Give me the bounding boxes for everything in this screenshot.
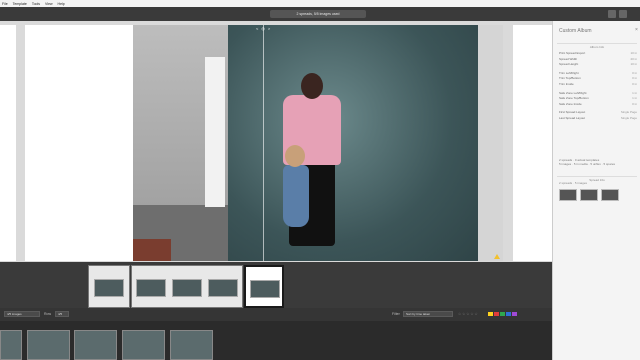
spread-thumb-image: [94, 279, 124, 297]
album-settings-list: Print Spread Export 10 in Spread Width 20 …: [559, 51, 637, 122]
center-guide-line: [263, 25, 264, 261]
left-page[interactable]: [25, 25, 133, 261]
row-label: Row: [44, 312, 52, 316]
star-rating-filter[interactable]: ☆ ☆ ☆ ☆ ☆: [458, 312, 478, 316]
filter-label: Filter: [392, 312, 400, 316]
grid-image-thumb[interactable]: [170, 330, 213, 360]
menu-tools[interactable]: Tools: [32, 2, 40, 6]
setting-value: 0 in: [632, 101, 637, 106]
previous-spread-page[interactable]: [0, 25, 16, 261]
layout-select[interactable]: 4/5 images: [4, 311, 40, 317]
color-filter-purple[interactable]: [512, 312, 517, 316]
menu-file[interactable]: File: [2, 2, 8, 6]
menu-bar: File Template Tools View Help: [0, 0, 640, 7]
album-settings-panel: Custom Album × Album Info Print Spread E…: [552, 21, 640, 360]
setting-value: 10 in: [630, 62, 637, 67]
color-filter-red[interactable]: [494, 312, 499, 316]
photo-chair: [133, 239, 171, 261]
spread-thumb-image: [208, 279, 238, 297]
photo-reflector: [205, 57, 225, 207]
menu-view[interactable]: View: [45, 2, 53, 6]
save-icon[interactable]: [608, 10, 616, 18]
grid-image-thumb[interactable]: [0, 330, 22, 360]
photo-mother-head: [301, 73, 323, 99]
spread-thumb-image: [136, 279, 166, 297]
panel-toggle-icon[interactable]: [619, 10, 627, 18]
grid-image-thumb[interactable]: [74, 330, 117, 360]
spread-thumb-image: [172, 279, 202, 297]
window-title: 2 spreads, 5/5 images used: [270, 10, 366, 18]
setting-label: Trim Inside: [559, 81, 574, 86]
next-icon[interactable]: >: [268, 26, 270, 31]
color-filter-blue[interactable]: [506, 312, 511, 316]
spread-thumbnail[interactable]: [580, 189, 598, 201]
spread-thumb-image: [250, 280, 280, 298]
warning-icon[interactable]: [494, 254, 500, 259]
spread-tile[interactable]: [131, 265, 243, 308]
menu-help[interactable]: Help: [58, 2, 65, 6]
color-filter-green[interactable]: [500, 312, 505, 316]
spread-thumbnail[interactable]: [559, 189, 577, 201]
color-filter-yellow[interactable]: [488, 312, 493, 316]
panel-title: Custom Album: [559, 28, 592, 34]
setting-value: Single Page: [620, 115, 637, 120]
previous-icon[interactable]: <: [256, 26, 258, 31]
spread-tile-selected[interactable]: [244, 265, 284, 308]
menu-template[interactable]: Template: [13, 2, 27, 6]
setting-label: Safe Zone Inside: [559, 101, 582, 106]
spread-thumbnail[interactable]: [601, 189, 619, 201]
close-icon[interactable]: ×: [635, 27, 638, 33]
setting-label: Last Spread Layout: [559, 115, 586, 120]
album-summary: 2 spreads · 0 actual templates 5 images …: [559, 158, 637, 166]
spreads-caption: 2 spreads · 5 images: [559, 181, 588, 185]
grid-image-thumb[interactable]: [122, 330, 165, 360]
window-controls: [608, 10, 627, 18]
setting-value: 0 in: [632, 81, 637, 86]
grid-image-thumb[interactable]: [27, 330, 70, 360]
summary-line: 5 images · 5 in media · 5 unflex · 5 spa…: [559, 162, 616, 166]
photo-backdrop: [228, 25, 478, 261]
spread-photo[interactable]: [133, 25, 503, 261]
sort-select[interactable]: Sort by time taken: [403, 311, 453, 317]
setting-row[interactable]: Last Spread Layout Single Page: [559, 116, 637, 122]
spread-thumbnails: [559, 189, 619, 201]
spread-tile[interactable]: [88, 265, 130, 308]
focus-icon[interactable]: ◎: [261, 26, 265, 31]
row-select[interactable]: 4/5: [55, 311, 69, 317]
right-page-edge[interactable]: [513, 25, 552, 261]
photo-child-head: [285, 145, 305, 167]
photo-child-dress: [283, 165, 309, 227]
album-info-header: Album Info: [557, 43, 637, 49]
setting-label: Spread Height: [559, 62, 579, 67]
photo-toolbar: < ◎ >: [256, 26, 270, 31]
